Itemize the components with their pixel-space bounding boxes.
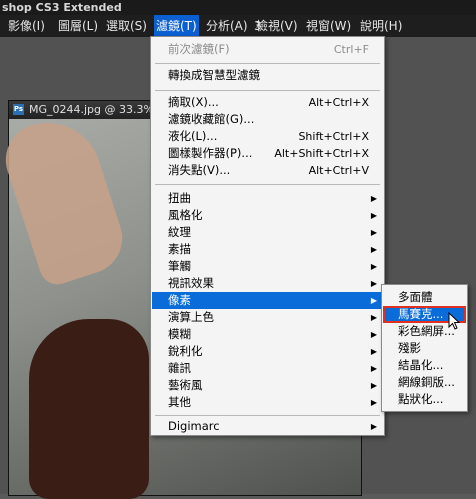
submenu-arrow-icon: ▶: [370, 422, 377, 431]
menu-item-render[interactable]: 演算上色 ▶: [152, 309, 383, 326]
submenu-arrow-icon: ▶: [370, 381, 377, 390]
submenu-item-fragment[interactable]: 殘影: [383, 340, 466, 357]
menu-item-last-filter: 前次濾鏡(F) Ctrl+F: [168, 42, 369, 56]
submenu-item-crystallize[interactable]: 結晶化...: [383, 357, 466, 374]
submenu-arrow-icon: ▶: [370, 211, 377, 220]
menu-image[interactable]: 影像(I): [6, 15, 47, 37]
menu-item-sharpen[interactable]: 銳利化 ▶: [152, 343, 383, 360]
menu-help[interactable]: 說明(H): [358, 15, 404, 37]
menu-separator: [155, 184, 380, 185]
title-bar: shop CS3 Extended: [0, 0, 476, 15]
submenu-item-pointillize[interactable]: 點狀化...: [383, 391, 466, 408]
menu-item-sketch[interactable]: 素描 ▶: [152, 241, 383, 258]
pixelate-submenu: 多面體 馬賽克... 彩色網屏... 殘影 結晶化... 網線銅版... 點狀化…: [381, 284, 468, 412]
menu-item-extract[interactable]: 摘取(X)... Alt+Ctrl+X: [152, 94, 383, 111]
menu-item-filter-gallery[interactable]: 濾鏡收藏館(G)...: [152, 111, 383, 128]
menu-item-noise[interactable]: 雜訊 ▶: [152, 360, 383, 377]
menu-item-convert-smart-filters[interactable]: 轉換成智慧型濾鏡: [152, 67, 383, 84]
submenu-arrow-icon: ▶: [370, 347, 377, 356]
menu-item-texture[interactable]: 紋理 ▶: [152, 224, 383, 241]
menu-separator: [155, 90, 380, 91]
submenu-arrow-icon: ▶: [370, 364, 377, 373]
submenu-arrow-icon: ▶: [370, 330, 377, 339]
app-title: shop CS3 Extended: [2, 1, 122, 14]
menu-item-blur[interactable]: 模糊 ▶: [152, 326, 383, 343]
menu-item-pattern-maker[interactable]: 圖樣製作器(P)... Alt+Shift+Ctrl+X: [152, 145, 383, 162]
menu-item-distort[interactable]: 扭曲 ▶: [152, 190, 383, 207]
menu-item-artistic[interactable]: 藝術風 ▶: [152, 377, 383, 394]
menu-analysis[interactable]: 分析(A): [204, 15, 250, 37]
submenu-arrow-icon: ▶: [370, 279, 377, 288]
submenu-arrow-icon: ▶: [370, 296, 377, 305]
menu-separator: [155, 415, 380, 416]
menu-select[interactable]: 選取(S): [104, 15, 149, 37]
menu-item-liquify[interactable]: 液化(L)... Shift+Ctrl+X: [152, 128, 383, 145]
submenu-arrow-icon: ▶: [370, 194, 377, 203]
menu-separator: [155, 63, 380, 64]
submenu-item-mezzotint[interactable]: 網線銅版...: [383, 374, 466, 391]
photo-hair: [29, 319, 149, 499]
document-title: MG_0244.jpg @ 33.3%: [29, 103, 154, 116]
submenu-arrow-icon: ▶: [370, 228, 377, 237]
photoshop-doc-icon: Ps: [13, 104, 24, 115]
menu-item-other[interactable]: 其他 ▶: [152, 394, 383, 411]
mouse-pointer-icon: [448, 312, 461, 330]
submenu-arrow-icon: ▶: [370, 313, 377, 322]
photo-arm: [0, 109, 132, 289]
menu-item-digimarc[interactable]: Digimarc ▶: [152, 418, 383, 435]
menu-bar: 影像(I) 圖層(L) 選取(S) 濾鏡(T) 分析(A) 3 檢視(V) 視窗…: [0, 15, 476, 37]
menu-item-vanishing-point[interactable]: 消失點(V)... Alt+Ctrl+V: [152, 162, 383, 179]
menu-layer[interactable]: 圖層(L): [56, 15, 100, 37]
submenu-arrow-icon: ▶: [370, 245, 377, 254]
menu-item-video[interactable]: 視訊效果 ▶: [152, 275, 383, 292]
menu-item-brush-strokes[interactable]: 筆觸 ▶: [152, 258, 383, 275]
filter-menu: 前次濾鏡(F) Ctrl+F 轉換成智慧型濾鏡 摘取(X)... Alt+Ctrl+…: [150, 36, 385, 436]
menu-view[interactable]: 檢視(V): [254, 15, 300, 37]
submenu-item-facet[interactable]: 多面體: [383, 289, 466, 306]
submenu-arrow-icon: ▶: [370, 262, 377, 271]
menu-item-stylize[interactable]: 風格化 ▶: [152, 207, 383, 224]
menu-item-pixelate[interactable]: 像素 ▶: [152, 292, 383, 309]
submenu-arrow-icon: ▶: [370, 398, 377, 407]
menu-filter[interactable]: 濾鏡(T): [154, 15, 199, 37]
menu-window[interactable]: 視窗(W): [304, 15, 353, 37]
